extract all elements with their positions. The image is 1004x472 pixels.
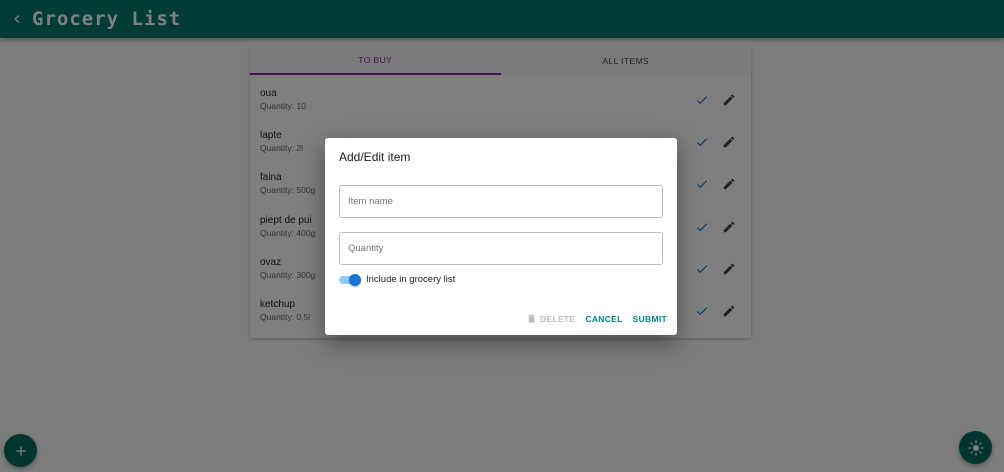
- cancel-button[interactable]: CANCEL: [585, 314, 622, 324]
- toggle-thumb: [349, 274, 361, 286]
- delete-button[interactable]: DELETE: [526, 313, 575, 324]
- item-name-field: [339, 185, 663, 218]
- item-name-input[interactable]: [340, 186, 662, 217]
- include-toggle-label: Include in grocery list: [366, 274, 456, 285]
- dialog-actions: DELETE CANCEL SUBMIT: [526, 313, 667, 324]
- delete-label: DELETE: [540, 313, 576, 324]
- add-edit-dialog: Add/Edit item Include in grocery list DE…: [325, 138, 677, 335]
- include-toggle[interactable]: [339, 274, 361, 286]
- submit-button[interactable]: SUBMIT: [633, 314, 667, 324]
- quantity-field: [339, 232, 663, 265]
- dialog-title: Add/Edit item: [339, 150, 411, 164]
- trash-icon: [528, 314, 535, 323]
- quantity-input[interactable]: [340, 233, 662, 264]
